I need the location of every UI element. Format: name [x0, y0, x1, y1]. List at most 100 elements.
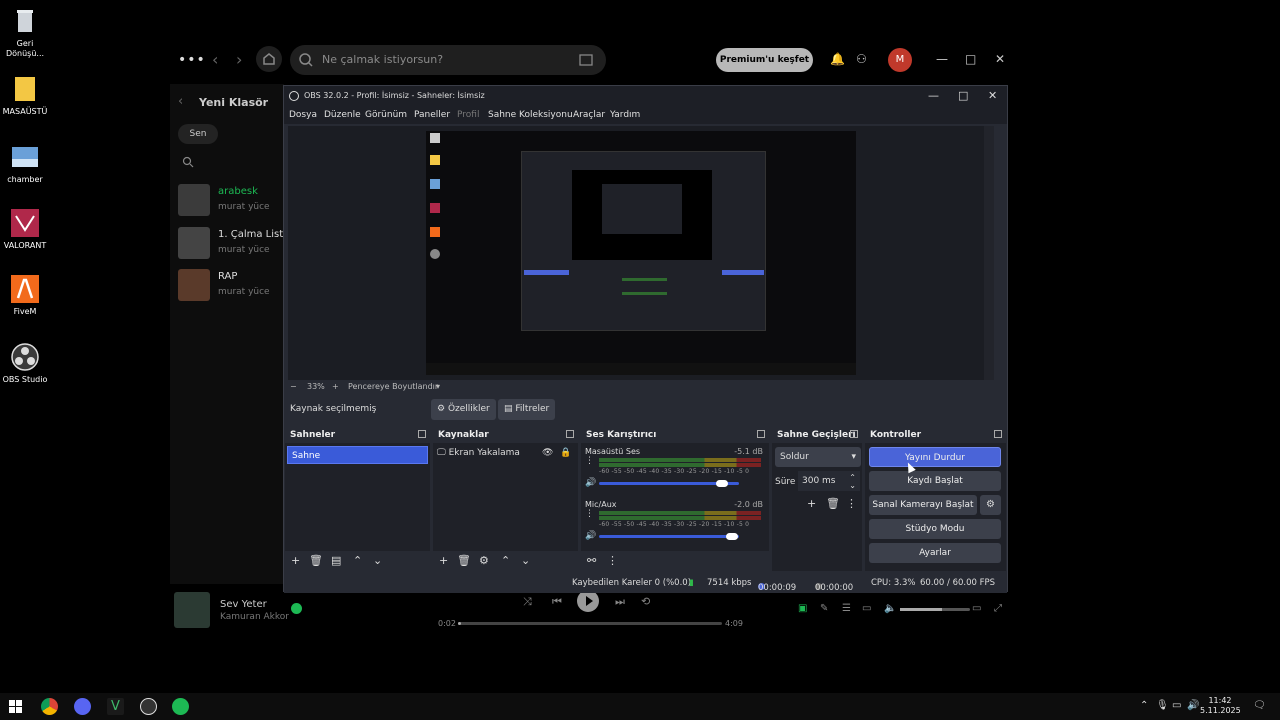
playlist-item[interactable]: RAP murat yüce [178, 269, 284, 303]
obs-preview[interactable] [288, 126, 994, 380]
chevron-up-icon[interactable]: ⌃ [501, 554, 510, 567]
queue-icon[interactable]: ☰ [842, 603, 851, 614]
zoom-in-button[interactable]: + [332, 382, 339, 391]
undock-icon[interactable] [566, 430, 574, 438]
next-icon[interactable]: ⏭ [615, 595, 625, 609]
properties-button[interactable]: ⚙ Özellikler [431, 399, 496, 420]
spotify-icon[interactable] [172, 698, 189, 715]
scene-item[interactable]: Sahne [287, 446, 428, 464]
desktop-icon-obs[interactable]: OBS Studio [0, 342, 50, 385]
channel-menu-icon[interactable]: ⋮ [585, 509, 594, 519]
vscode-icon[interactable]: V [107, 698, 124, 715]
lyrics-icon[interactable]: ✎ [820, 603, 828, 614]
menu-profil[interactable]: Profil [457, 110, 479, 120]
volume-icon[interactable]: 🔈 [884, 603, 896, 614]
filters-button[interactable]: ▤ Filtreler [498, 399, 556, 420]
previous-icon[interactable]: ⏮ [552, 595, 562, 609]
playlist-item[interactable]: arabesk murat yüce [178, 184, 284, 218]
menu-paneller[interactable]: Paneller [414, 110, 450, 120]
lock-icon[interactable]: 🔒 [560, 448, 571, 458]
repeat-icon[interactable]: ⟲ [641, 595, 650, 608]
add-icon[interactable]: + [291, 554, 300, 567]
duration-input[interactable]: 300 ms ⌃ ⌄ [798, 471, 860, 491]
connect-device-icon[interactable]: ▭ [862, 603, 871, 614]
menu-gorunum[interactable]: Görünüm [365, 110, 407, 120]
playback-progress[interactable] [458, 622, 722, 625]
playlist-item[interactable]: 1. Çalma Listesi murat yüce [178, 227, 297, 261]
bell-icon[interactable]: 🔔 [830, 52, 845, 66]
settings-button[interactable]: Ayarlar [869, 543, 1001, 563]
filter-chip[interactable]: Sen [178, 124, 218, 144]
search-icon[interactable] [182, 156, 194, 168]
premium-button[interactable]: Premium'u keşfet [716, 48, 813, 72]
discord-icon[interactable] [74, 698, 91, 715]
desktop-icon-recycle-bin[interactable]: Geri Dönüşü... [0, 6, 50, 59]
undock-icon[interactable] [850, 430, 858, 438]
menu-araclar[interactable]: Araçlar [573, 110, 605, 120]
taskbar-clock[interactable]: 11:42 5.11.2025 [1200, 696, 1241, 716]
studio-mode-button[interactable]: Stüdyo Modu [869, 519, 1001, 539]
avatar[interactable]: M [888, 48, 912, 72]
close-icon[interactable]: ✕ [995, 52, 1005, 66]
chevron-down-icon[interactable]: ▾ [436, 382, 440, 391]
desktop-icon-masaustu[interactable]: MASAÜSTÜ [0, 74, 50, 117]
forward-arrow-icon[interactable]: › [236, 50, 242, 69]
chrome-icon[interactable] [41, 698, 58, 715]
filter-icon[interactable]: ▤ [331, 554, 341, 567]
fit-to-window-label[interactable]: Pencereye Boyutlandır [348, 382, 438, 391]
spotify-menu-icon[interactable]: ••• [178, 52, 206, 68]
obs-icon[interactable] [140, 698, 157, 715]
add-icon[interactable]: + [807, 497, 816, 510]
notification-icon[interactable]: 🗨 [1253, 700, 1266, 711]
close-icon[interactable]: ✕ [988, 89, 997, 102]
now-playing-view-icon[interactable]: ▣ [798, 603, 807, 614]
now-playing-artist[interactable]: Kamuran Akkor [220, 612, 289, 622]
menu-dosya[interactable]: Dosya [289, 110, 317, 120]
browse-icon[interactable] [578, 52, 594, 68]
gear-icon[interactable]: ⚙ [479, 554, 489, 567]
home-button[interactable] [256, 46, 282, 72]
preview-scrollbar[interactable] [984, 126, 994, 380]
menu-duzenle[interactable]: Düzenle [324, 110, 361, 120]
virtual-camera-settings-button[interactable]: ⚙ [980, 495, 1001, 515]
start-recording-button[interactable]: Kaydı Başlat [869, 471, 1001, 491]
liked-icon[interactable] [291, 603, 302, 614]
maximize-icon[interactable]: □ [965, 52, 976, 66]
chevron-up-icon[interactable]: ⌃ [353, 554, 362, 567]
start-virtual-camera-button[interactable]: Sanal Kamerayı Başlat [869, 495, 977, 515]
miniplayer-icon[interactable]: ▭ [972, 603, 981, 614]
now-playing-title[interactable]: Sev Yeter [220, 599, 267, 610]
channel-menu-icon[interactable]: ⋮ [585, 456, 594, 466]
chevron-down-icon[interactable]: ⌄ [521, 554, 530, 567]
trash-icon[interactable]: 🗑 [309, 554, 323, 567]
speaker-icon[interactable]: 🔊 [585, 478, 596, 488]
fullscreen-icon[interactable]: ⤢ [994, 603, 1002, 614]
windows-start-icon[interactable] [9, 700, 22, 713]
trash-icon[interactable]: 🗑 [457, 554, 471, 567]
link-icon[interactable]: ⚯ [587, 554, 596, 567]
visibility-eye-icon[interactable]: 👁 [542, 448, 553, 458]
desktop-icon-fivem[interactable]: FiveM [0, 274, 50, 317]
back-arrow-icon[interactable]: ‹ [212, 50, 218, 69]
desktop-icon-chamber[interactable]: chamber [0, 142, 50, 185]
chevron-up-icon[interactable]: ⌃ [1140, 700, 1148, 711]
volume-slider-knob[interactable] [716, 480, 729, 487]
more-icon[interactable]: ⋮ [846, 497, 857, 510]
shuffle-icon[interactable]: ⤨ [523, 595, 532, 609]
transition-select[interactable]: Soldur [775, 447, 861, 467]
menu-yardim[interactable]: Yardım [610, 110, 640, 120]
add-icon[interactable]: + [439, 554, 448, 567]
microphone-icon[interactable]: 🎙 [1156, 700, 1169, 711]
chevron-down-icon[interactable]: ⌄ [849, 476, 856, 496]
source-item[interactable]: 🖵 Ekran Yakalama [437, 448, 520, 458]
maximize-icon[interactable]: □ [958, 89, 968, 102]
minimize-icon[interactable]: — [928, 89, 939, 102]
zoom-out-button[interactable]: − [290, 382, 297, 391]
menu-sahne-koleksiyonu[interactable]: Sahne Koleksiyonu [488, 110, 573, 120]
chevron-down-icon[interactable]: ⌄ [373, 554, 382, 567]
undock-icon[interactable] [994, 430, 1002, 438]
speaker-icon[interactable]: 🔊 [585, 531, 596, 541]
network-icon[interactable]: ▭ [1172, 700, 1181, 711]
friends-icon[interactable]: ⚇ [856, 52, 867, 66]
trash-icon[interactable]: 🗑 [826, 497, 840, 510]
